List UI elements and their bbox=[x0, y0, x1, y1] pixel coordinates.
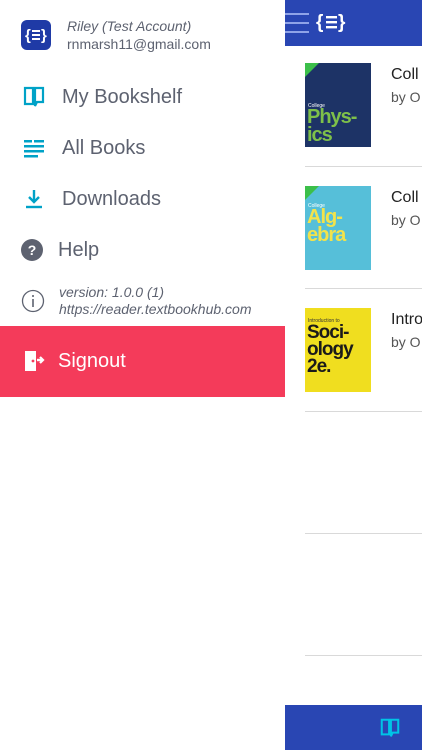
downloaded-check-icon bbox=[305, 186, 319, 200]
list-divider bbox=[305, 166, 422, 167]
list-divider bbox=[305, 655, 422, 656]
menu-item-help[interactable]: ? Help bbox=[0, 225, 285, 275]
menu-item-downloads[interactable]: Downloads bbox=[0, 174, 285, 224]
download-icon bbox=[26, 190, 42, 209]
menu-item-my-bookshelf[interactable]: My Bookshelf bbox=[0, 72, 285, 122]
profile-name: Riley (Test Account) bbox=[67, 18, 192, 34]
menu-item-all-books[interactable]: All Books bbox=[0, 123, 285, 173]
menu-label-help: Help bbox=[58, 238, 100, 261]
version-info: version: 1.0.0 (1) https://reader.textbo… bbox=[0, 280, 285, 325]
list-divider bbox=[305, 411, 422, 412]
main-content: { } College Phys- ics Coll by O College … bbox=[285, 0, 422, 750]
book-open-icon bbox=[23, 86, 45, 107]
question-circle-icon: ? bbox=[21, 239, 43, 261]
cover-title: Phys- ics bbox=[307, 106, 357, 146]
book-author: by O bbox=[391, 334, 421, 350]
list-divider bbox=[305, 533, 422, 534]
signout-icon bbox=[25, 351, 45, 371]
book-cover-physics: College Phys- ics bbox=[305, 63, 371, 147]
book-cover-algebra: College Alg- ebra bbox=[305, 186, 371, 270]
svg-text:{: { bbox=[25, 27, 31, 43]
book-open-icon[interactable] bbox=[379, 717, 401, 739]
info-icon bbox=[21, 289, 45, 313]
book-list-item[interactable]: College Alg- ebra Coll by O bbox=[305, 186, 422, 286]
book-cover-sociology: Introduction to Soci- ology 2e. bbox=[305, 308, 371, 392]
cover-title: Soci- ology 2e. bbox=[307, 322, 354, 378]
signout-button[interactable]: Signout bbox=[0, 326, 285, 397]
book-list-item[interactable]: College Phys- ics Coll by O bbox=[305, 63, 422, 163]
braces-logo-icon: { } bbox=[316, 12, 346, 33]
book-list-item[interactable]: Introduction to Soci- ology 2e. Intro by… bbox=[305, 308, 422, 408]
svg-text:{: { bbox=[316, 12, 323, 33]
svg-text:}: } bbox=[41, 27, 47, 43]
menu-label-downloads: Downloads bbox=[62, 187, 161, 210]
cover-title: Alg- ebra bbox=[307, 206, 346, 246]
svg-text:?: ? bbox=[28, 242, 37, 258]
hamburger-menu-icon[interactable] bbox=[285, 13, 309, 33]
book-title: Coll bbox=[391, 66, 419, 83]
svg-text:}: } bbox=[338, 12, 346, 33]
bottom-tab-bar bbox=[285, 705, 422, 750]
book-title: Intro bbox=[391, 311, 422, 328]
profile-email: rnmarsh11@gmail.com bbox=[67, 36, 211, 52]
profile-header: { } Riley (Test Account) rnmarsh11@gmail… bbox=[0, 0, 285, 70]
menu-label-my-bookshelf: My Bookshelf bbox=[62, 85, 183, 108]
book-title: Coll bbox=[391, 189, 419, 206]
book-author: by O bbox=[391, 212, 421, 228]
navigation-drawer: { } Riley (Test Account) rnmarsh11@gmail… bbox=[0, 0, 285, 750]
list-divider bbox=[305, 288, 422, 289]
list-icon bbox=[24, 140, 44, 158]
menu-label-all-books: All Books bbox=[62, 136, 146, 159]
book-author: by O bbox=[391, 89, 421, 105]
signout-label: Signout bbox=[58, 350, 126, 372]
braces-logo-icon: { } bbox=[21, 20, 51, 50]
version-text: version: 1.0.0 (1) bbox=[59, 284, 165, 300]
top-app-bar: { } bbox=[285, 0, 422, 46]
downloaded-check-icon bbox=[305, 63, 319, 77]
version-url: https://reader.textbookhub.com bbox=[59, 301, 252, 317]
